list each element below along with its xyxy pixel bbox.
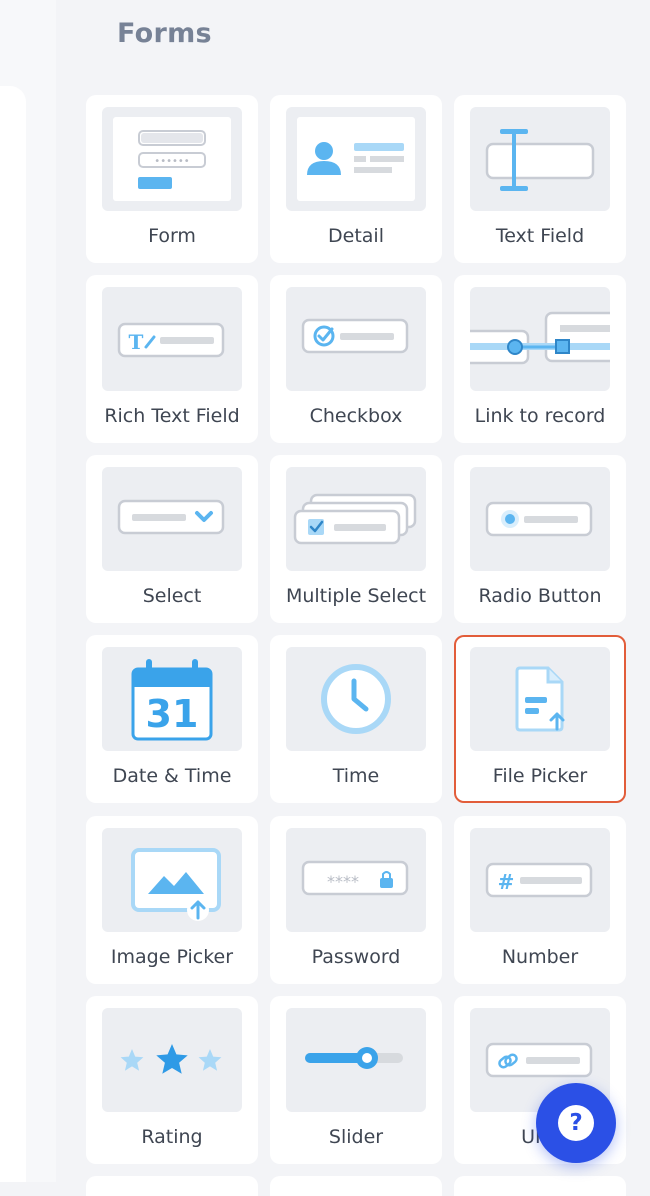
slider-icon <box>286 1008 426 1112</box>
component-label: File Picker <box>492 764 588 787</box>
component-slider[interactable]: Slider <box>270 996 442 1164</box>
component-file-picker[interactable]: File Picker <box>454 635 626 803</box>
stars-icon <box>102 1008 242 1112</box>
component-label: Number <box>501 946 579 968</box>
component-detail[interactable]: Detail <box>270 95 442 263</box>
component-label: Image Picker <box>110 946 234 968</box>
number-symbol: # <box>498 870 515 894</box>
component-label: Multiple Select <box>285 585 427 607</box>
component-label: Slider <box>328 1126 384 1148</box>
image-upload-icon <box>102 828 242 932</box>
rich-text-icon: T <box>102 287 242 391</box>
component-tile-partial[interactable] <box>86 1176 258 1196</box>
radio-icon <box>470 467 610 571</box>
checkbox-icon <box>286 287 426 391</box>
component-label: Checkbox <box>309 405 403 427</box>
calendar-day: 31 <box>146 692 199 736</box>
password-icon: **** <box>286 828 426 932</box>
svg-text:••••••: •••••• <box>154 156 189 167</box>
svg-text:T: T <box>129 330 144 354</box>
password-mask: **** <box>327 872 359 891</box>
component-password[interactable]: **** Password <box>270 816 442 984</box>
component-select[interactable]: Select <box>86 455 258 623</box>
component-label: Time <box>332 765 380 787</box>
component-checkbox[interactable]: Checkbox <box>270 275 442 443</box>
component-time[interactable]: Time <box>270 635 442 803</box>
left-panel <box>0 0 56 1182</box>
component-image-picker[interactable]: Image Picker <box>86 816 258 984</box>
component-label: Link to record <box>474 405 606 427</box>
select-icon <box>102 467 242 571</box>
component-label: Form <box>148 225 196 247</box>
component-tile-partial[interactable] <box>270 1176 442 1196</box>
number-icon: # <box>470 828 610 932</box>
component-text-field[interactable]: Text Field <box>454 95 626 263</box>
component-multiple-select[interactable]: Multiple Select <box>270 455 442 623</box>
component-label: Rating <box>141 1126 203 1148</box>
component-label: Text Field <box>495 225 585 247</box>
clock-icon <box>286 647 426 751</box>
link-record-icon <box>470 287 610 391</box>
text-field-icon <box>470 107 610 211</box>
calendar-icon: 31 <box>102 647 242 751</box>
component-label: Radio Button <box>478 585 602 607</box>
help-button[interactable]: ? <box>536 1083 616 1163</box>
component-date-time[interactable]: 31 Date & Time <box>86 635 258 803</box>
component-label: Rich Text Field <box>104 405 240 427</box>
help-label: ? <box>569 1110 583 1136</box>
component-rich-text-field[interactable]: T Rich Text Field <box>86 275 258 443</box>
section-title: Forms <box>117 18 212 49</box>
component-label: Password <box>311 946 401 968</box>
detail-icon <box>286 107 426 211</box>
component-link-to-record[interactable]: Link to record <box>454 275 626 443</box>
component-radio-button[interactable]: Radio Button <box>454 455 626 623</box>
multiple-select-icon <box>286 467 426 571</box>
form-icon: •••••• <box>102 107 242 211</box>
component-tile-partial[interactable] <box>454 1176 626 1196</box>
component-rating[interactable]: Rating <box>86 996 258 1164</box>
component-label: Select <box>142 585 202 607</box>
component-number[interactable]: # Number <box>454 816 626 984</box>
component-label: Date & Time <box>112 765 232 787</box>
component-form[interactable]: •••••• Form <box>86 95 258 263</box>
component-label: Detail <box>328 225 384 247</box>
canvas-edge <box>0 86 26 1182</box>
file-upload-icon <box>469 646 610 751</box>
help-icon: ? <box>558 1105 594 1141</box>
